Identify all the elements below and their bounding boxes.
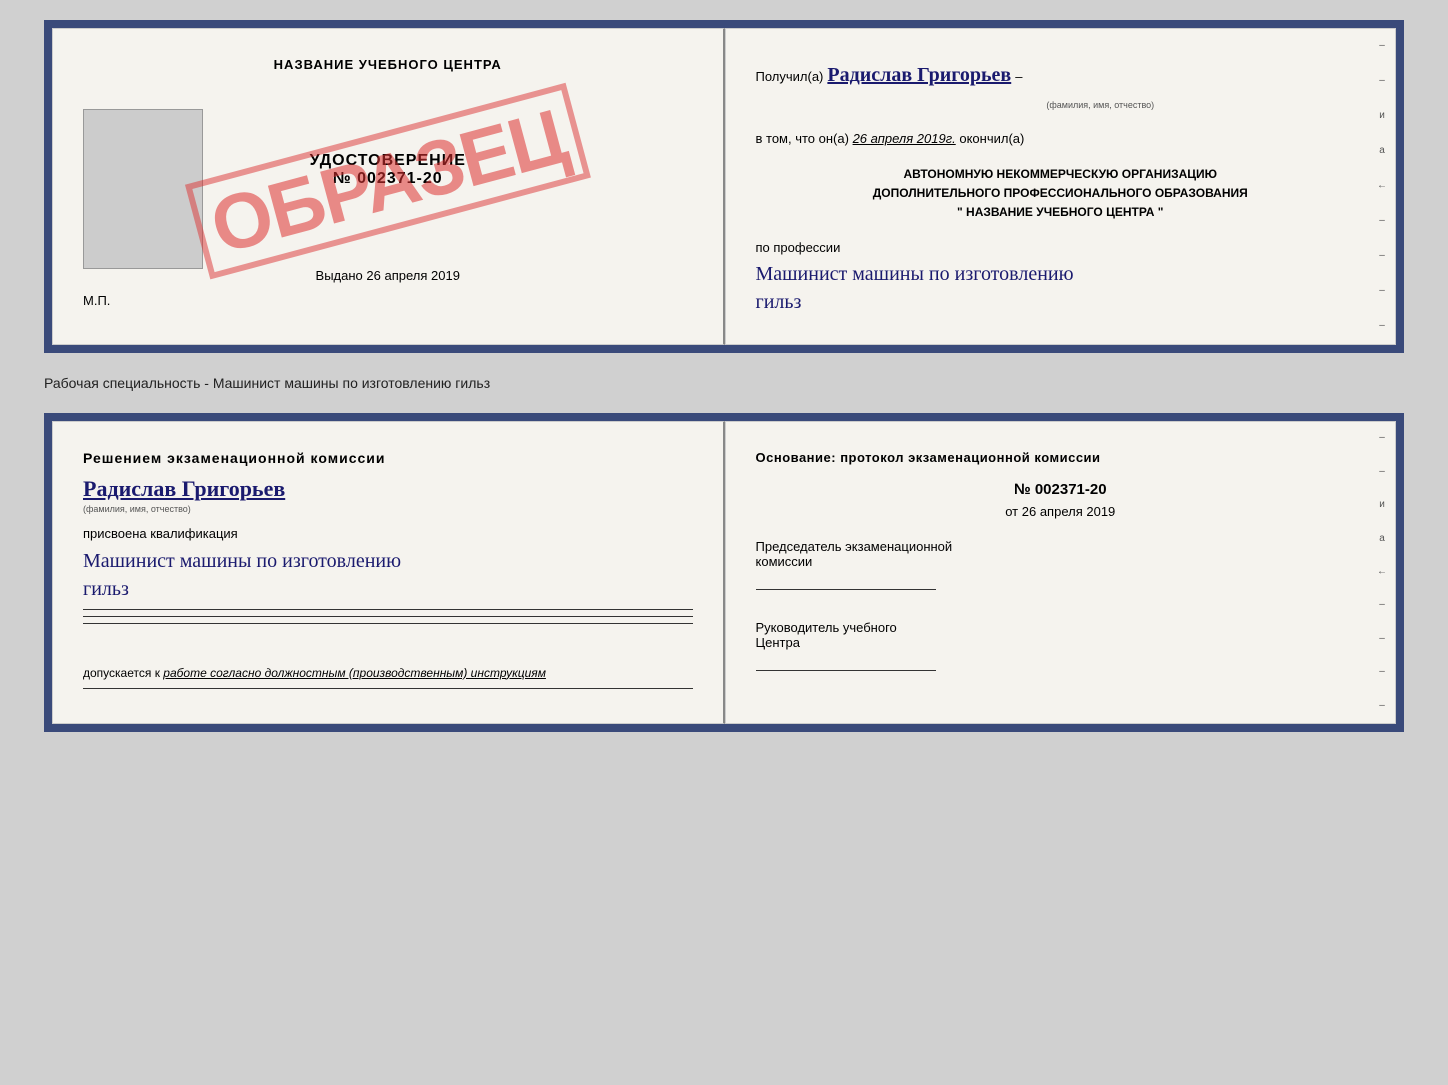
bottom-left-panel: Решением экзаменационной комиссии Радисл… [52,421,725,724]
udostoverenie-label: УДОСТОВЕРЕНИЕ [310,152,466,170]
ot-label: от [1005,504,1018,519]
bottom-right-edge-marks: – – и а ← – – – – [1373,422,1391,723]
org-line2: ДОПОЛНИТЕЛЬНОГО ПРОФЕССИОНАЛЬНОГО ОБРАЗО… [756,184,1366,203]
edge-mark-а: а [1379,146,1385,156]
b-edge-mark-2: – [1379,467,1385,477]
photo-area [83,109,203,269]
org-line3: " НАЗВАНИЕ УЧЕБНОГО ЦЕНТРА " [756,203,1366,222]
edge-mark-6: – [1379,321,1385,331]
b-edge-mark-5: – [1379,667,1385,677]
dopuskaetsya-label: допускается к [83,666,160,680]
line2 [83,616,693,617]
top-document: НАЗВАНИЕ УЧЕБНОГО ЦЕНТРА УДОСТОВЕРЕНИЕ №… [44,20,1404,353]
vydano-label: Выдано [316,268,363,283]
fio-caption: (фамилия, имя, отчество) [836,97,1366,113]
dash-after-name: – [1015,65,1022,88]
profession-line2: гильз [756,291,802,313]
bottom-profession-line1: Машинист машины по изготовлению [83,550,401,572]
org-line1: АВТОНОМНУЮ НЕКОММЕРЧЕСКУЮ ОРГАНИЗАЦИЮ [756,165,1366,184]
top-left-panel: НАЗВАНИЕ УЧЕБНОГО ЦЕНТРА УДОСТОВЕРЕНИЕ №… [52,28,725,345]
prisvoena-text: присвоена квалификация [83,526,693,541]
vtom-line: в том, что он(а) 26 апреля 2019г. окончи… [756,127,1366,150]
protocol-number: № 002371-20 [756,481,1366,498]
top-right-panel: Получил(а) Радислав Григорьев – (фамилия… [725,28,1397,345]
line3 [83,623,693,624]
line1 [83,609,693,610]
poluchil-label: Получил(а) [756,65,824,88]
line4 [83,688,693,689]
bottom-fio-caption: (фамилия, имя, отчество) [83,504,693,514]
protocol-date-value: 26 апреля 2019 [1022,504,1116,519]
profession-line1: Машинист машины по изготовлению [756,263,1074,285]
predsedatel-block: Председатель экзаменационной комиссии [756,539,1366,590]
edge-mark-2: – [1379,76,1385,86]
dopuskaetsya-block: допускается к работе согласно должностны… [83,664,693,682]
edge-mark-3: – [1379,216,1385,226]
bottom-document: Решением экзаменационной комиссии Радисл… [44,413,1404,732]
edge-mark-arrow: ← [1377,181,1387,191]
rukovoditel-sign-line [756,670,936,671]
udostoverenie-block: УДОСТОВЕРЕНИЕ № 002371-20 [310,152,466,188]
protocol-date: от 26 апреля 2019 [756,504,1366,519]
vtom-label: в том, что он(а) [756,131,849,146]
professiya-label: по профессии [756,236,1366,259]
recipient-name: Радислав Григорьев [827,57,1011,93]
b-edge-mark-и: и [1379,500,1385,510]
bottom-right-panel: Основание: протокол экзаменационной коми… [725,421,1397,724]
mp-line: М.П. [83,293,110,308]
bottom-profession-line2: гильз [83,578,129,600]
rukovoditel-line1: Руководитель учебного [756,620,1366,635]
vydano-line: Выдано 26 апреля 2019 [316,268,460,283]
edge-mark-5: – [1379,286,1385,296]
edge-mark-4: – [1379,251,1385,261]
edge-mark-и: и [1379,111,1385,121]
b-edge-mark-arrow: ← [1377,567,1387,577]
completion-date: 26 апреля 2019г. [853,131,956,146]
b-edge-mark-6: – [1379,701,1385,711]
caption-bar: Рабочая специальность - Машинист машины … [44,371,1404,395]
resheniem-title: Решением экзаменационной комиссии [83,450,693,466]
b-edge-mark-а: а [1379,534,1385,544]
predsedatel-sign-line [756,589,936,590]
b-edge-mark-3: – [1379,600,1385,610]
rukovoditel-block: Руководитель учебного Центра [756,620,1366,671]
predsedatel-line1: Председатель экзаменационной [756,539,1366,554]
poluchil-line: Получил(а) Радислав Григорьев – [756,57,1366,93]
dopusk-text: работе согласно должностным (производств… [163,666,546,680]
org-block: АВТОНОМНУЮ НЕКОММЕРЧЕСКУЮ ОРГАНИЗАЦИЮ ДО… [756,165,1366,223]
cert-title: НАЗВАНИЕ УЧЕБНОГО ЦЕНТРА [274,57,502,72]
b-edge-mark-1: – [1379,433,1385,443]
vydano-date: 26 апреля 2019 [366,268,460,283]
cert-number: № 002371-20 [310,170,466,188]
edge-mark-1: – [1379,41,1385,51]
osnovanie-title: Основание: протокол экзаменационной коми… [756,450,1366,465]
bottom-recipient-name: Радислав Григорьев [83,476,693,502]
predsedatel-line2: комиссии [756,554,1366,569]
profession-text: Машинист машины по изготовлению гильз [756,260,1366,316]
rukovoditel-line2: Центра [756,635,1366,650]
okonchil-label: окончил(а) [959,131,1024,146]
b-edge-mark-4: – [1379,634,1385,644]
right-edge-marks: – – и а ← – – – – [1373,29,1391,344]
bottom-profession: Машинист машины по изготовлению гильз [83,547,693,603]
